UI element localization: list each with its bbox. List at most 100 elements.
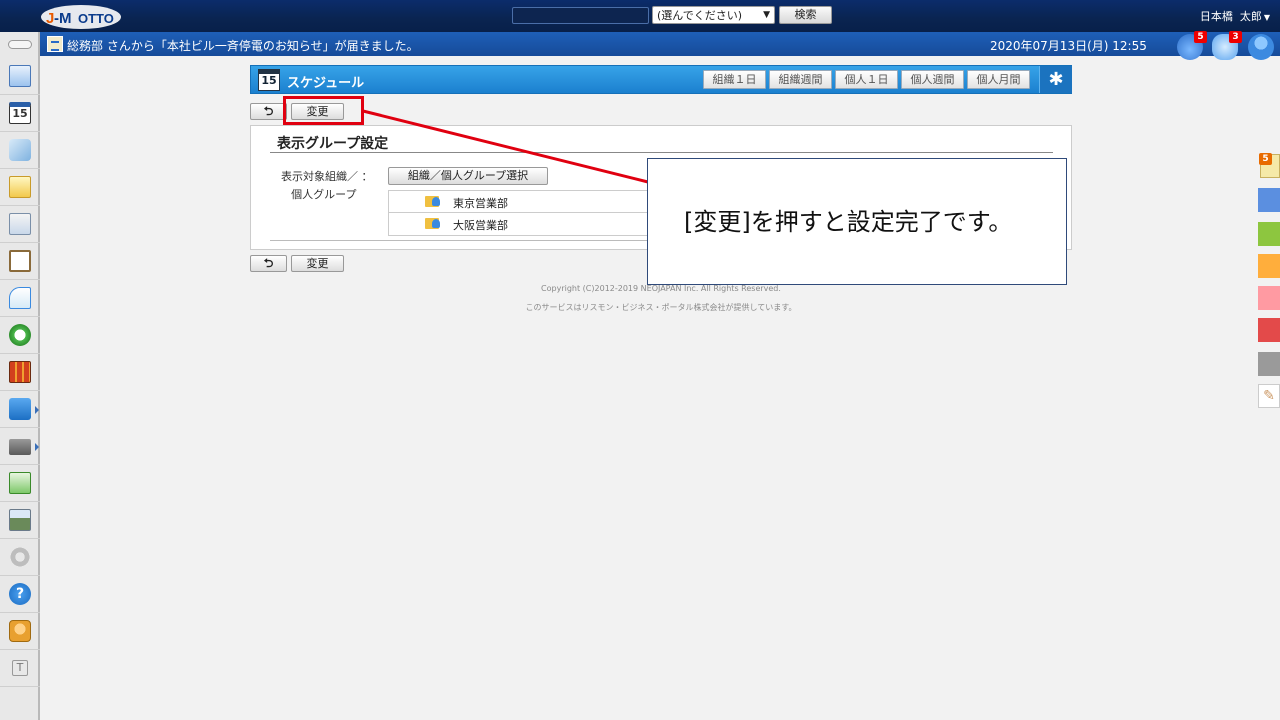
app-icon-2 — [9, 509, 31, 531]
group-name: 大阪営業部 — [453, 219, 508, 232]
support-icon — [9, 620, 31, 642]
sidebar-item-neo[interactable] — [0, 391, 40, 428]
svg-text:-M: -M — [54, 10, 72, 27]
view-org-day-button[interactable]: 組織１日 — [703, 70, 766, 89]
group-name: 東京営業部 — [453, 197, 508, 210]
calendar-icon: 15 — [9, 102, 31, 124]
group-icon — [425, 196, 440, 207]
memo-icon — [9, 176, 31, 198]
sidebar-item-search-doc[interactable] — [0, 280, 40, 317]
search-doc-icon — [9, 287, 31, 309]
group-list: 東京営業部 大阪営業部 — [388, 190, 653, 236]
right-tab-gray[interactable] — [1258, 352, 1280, 376]
notification-bar: 総務部 さんから「本社ビル一斉停電のお知らせ」が届きました。 2020年07月1… — [40, 31, 1280, 60]
sidebar-item-memo[interactable] — [0, 169, 40, 206]
neo-icon — [9, 398, 31, 420]
right-tab-pink[interactable] — [1258, 286, 1280, 310]
user-menu[interactable]: 日本橋 太郎 ▼ — [1200, 8, 1270, 24]
message-icon — [47, 36, 63, 52]
schedule-calendar-icon: 15 — [258, 69, 280, 91]
back-button-bottom[interactable]: ⮌ — [250, 255, 287, 272]
chat-icon[interactable]: 3 — [1212, 31, 1242, 60]
pencil-icon[interactable]: ✎ — [1258, 384, 1280, 408]
user-name: 太郎 — [1239, 10, 1262, 23]
sidebar-item-schedule[interactable]: 15 — [0, 95, 40, 132]
sidebar-item-report[interactable] — [0, 243, 40, 280]
page-title: スケジュール — [287, 76, 365, 91]
folder-icon — [9, 439, 31, 455]
current-datetime: 2020年07月13日(月) 12:55 — [990, 39, 1147, 53]
user-location: 日本橋 — [1199, 10, 1233, 23]
title-divider — [270, 152, 1053, 153]
sidebar-item-sync[interactable] — [0, 317, 40, 354]
bulletin-icon — [9, 213, 31, 235]
sidebar-toggle[interactable] — [8, 40, 32, 49]
report-icon — [9, 250, 31, 272]
sync-icon — [9, 324, 31, 346]
highlight-box — [283, 96, 364, 125]
sidebar-item-bulletin[interactable] — [0, 206, 40, 243]
footer-copyright: Copyright (C)2012-2019 NEOJAPAN Inc. All… — [541, 284, 781, 293]
jmotto-logo[interactable]: J -M OTTO — [40, 2, 122, 30]
expand-arrow-icon — [35, 406, 39, 414]
help-icon: ? — [9, 583, 31, 605]
change-button-bottom[interactable]: 変更 — [291, 255, 344, 272]
sidebar-item-cabinet[interactable] — [0, 354, 40, 391]
memo-badge: 5 — [1259, 153, 1272, 165]
svg-text:OTTO: OTTO — [78, 11, 114, 26]
top-header: J -M OTTO (選んでください) ▼ 検索 日本橋 太郎 ▼ — [0, 0, 1280, 32]
expand-arrow-icon — [35, 443, 39, 451]
sidebar-item-app-2[interactable] — [0, 502, 40, 539]
panel-title: 表示グループ設定 — [277, 136, 389, 152]
chat-badge: 3 — [1229, 31, 1242, 43]
sidebar-item-text[interactable]: T — [0, 650, 40, 687]
sidebar-item-facility[interactable] — [0, 132, 40, 169]
right-tab-red[interactable] — [1258, 318, 1280, 342]
search-scope-select[interactable]: (選んでください) ▼ — [652, 6, 775, 24]
sidebar-item-settings[interactable] — [0, 539, 40, 576]
header-search-input[interactable] — [512, 7, 649, 24]
right-tab-green[interactable] — [1258, 222, 1280, 246]
target-group-label: 表示対象組織／ ： 個人グループ — [281, 168, 373, 204]
left-sidebar: 15 ? T — [0, 32, 40, 720]
list-item: 東京営業部 — [389, 191, 652, 213]
person-icon[interactable] — [1248, 34, 1274, 60]
app-icon-1 — [9, 472, 31, 494]
facility-icon — [9, 139, 31, 161]
schedule-header: 15 スケジュール 組織１日 組織週間 個人１日 個人週間 個人月間 ✱ — [250, 65, 1072, 94]
callout-connector — [362, 109, 649, 184]
text-icon: T — [12, 660, 28, 676]
view-personal-month-button[interactable]: 個人月間 — [967, 70, 1030, 89]
gear-icon[interactable]: ✱ — [1039, 66, 1072, 93]
sidebar-item-support[interactable] — [0, 613, 40, 650]
search-button[interactable]: 検索 — [779, 6, 832, 24]
sidebar-item-folder[interactable] — [0, 428, 40, 465]
search-scope-value: (選んでください) — [657, 9, 743, 22]
back-button-top[interactable]: ⮌ — [250, 103, 287, 120]
callout-text: [変更]を押すと設定完了です。 — [684, 208, 1013, 236]
right-tab-orange[interactable] — [1258, 254, 1280, 278]
notification-message[interactable]: 総務部 さんから「本社ビル一斉停電のお知らせ」が届きました。 — [67, 37, 419, 54]
sidebar-item-app-1[interactable] — [0, 465, 40, 502]
cabinet-icon — [9, 361, 31, 383]
right-memo-tab[interactable]: 5 — [1259, 153, 1280, 178]
list-item: 大阪営業部 — [389, 213, 652, 235]
home-icon — [9, 65, 31, 87]
antenna-icon[interactable]: 5 — [1177, 31, 1207, 60]
caret-down-icon: ▼ — [1263, 13, 1270, 22]
view-personal-day-button[interactable]: 個人１日 — [835, 70, 898, 89]
sidebar-item-help[interactable]: ? — [0, 576, 40, 613]
view-org-week-button[interactable]: 組織週間 — [769, 70, 832, 89]
right-tab-blue[interactable] — [1258, 188, 1280, 212]
select-group-button[interactable]: 組織／個人グループ選択 — [388, 167, 548, 185]
callout-box: [変更]を押すと設定完了です。 — [647, 158, 1067, 285]
chevron-down-icon: ▼ — [763, 10, 770, 20]
view-personal-week-button[interactable]: 個人週間 — [901, 70, 964, 89]
antenna-badge: 5 — [1194, 31, 1207, 43]
target-group-label-line1: 表示対象組織／ ： — [281, 170, 373, 183]
sidebar-item-home[interactable] — [0, 58, 40, 95]
footer-provider: このサービスはリスモン・ビジネス・ポータル株式会社が提供しています。 — [525, 303, 797, 312]
settings-icon — [9, 546, 31, 568]
group-icon — [425, 218, 440, 229]
target-group-label-line2: 個人グループ — [291, 188, 357, 201]
